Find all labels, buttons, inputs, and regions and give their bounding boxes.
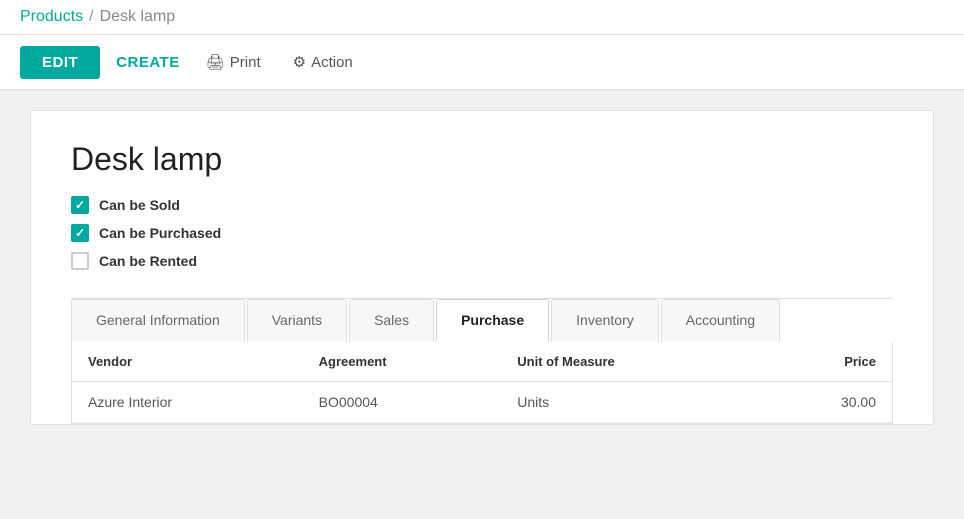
col-agreement: Agreement — [303, 342, 502, 382]
cell-price: 30.00 — [759, 382, 892, 423]
checkbox-row-purchased: Can be Purchased — [71, 224, 893, 242]
tab-general-information[interactable]: General Information — [71, 299, 245, 342]
checkbox-row-rented: Can be Rented — [71, 252, 893, 270]
breadcrumb-current: Desk lamp — [100, 8, 176, 26]
tab-variants[interactable]: Variants — [247, 299, 347, 342]
checkbox-row-sold: Can be Sold — [71, 196, 893, 214]
tab-purchase[interactable]: Purchase — [436, 299, 549, 342]
tabs-nav: General Information Variants Sales Purch… — [71, 299, 893, 342]
tabs-container: General Information Variants Sales Purch… — [71, 298, 893, 424]
table-row[interactable]: Azure Interior BO00004 Units 30.00 — [72, 382, 892, 423]
product-title: Desk lamp — [71, 141, 893, 178]
can-be-rented-label: Can be Rented — [99, 253, 197, 269]
can-be-purchased-checkbox[interactable] — [71, 224, 89, 242]
print-icon: 🖨 — [206, 53, 225, 71]
purchase-table: Vendor Agreement Unit of Measure Price A… — [72, 342, 892, 423]
tab-accounting[interactable]: Accounting — [661, 299, 780, 342]
table-header-row: Vendor Agreement Unit of Measure Price — [72, 342, 892, 382]
col-uom: Unit of Measure — [501, 342, 758, 382]
breadcrumb-products-link[interactable]: Products — [20, 8, 83, 26]
action-bar: EDIT CREATE 🖨 Print ⚙ Action — [0, 35, 964, 90]
print-label: Print — [230, 54, 261, 71]
can-be-sold-label: Can be Sold — [99, 197, 180, 213]
print-button[interactable]: 🖨 Print — [196, 45, 271, 79]
action-label: Action — [311, 54, 353, 71]
col-vendor: Vendor — [72, 342, 303, 382]
cell-agreement: BO00004 — [303, 382, 502, 423]
tab-inventory[interactable]: Inventory — [551, 299, 659, 342]
gear-icon: ⚙ — [293, 53, 306, 71]
can-be-sold-checkbox[interactable] — [71, 196, 89, 214]
col-price: Price — [759, 342, 892, 382]
tab-purchase-content: Vendor Agreement Unit of Measure Price A… — [71, 342, 893, 424]
create-button[interactable]: CREATE — [112, 46, 184, 79]
tab-sales[interactable]: Sales — [349, 299, 434, 342]
action-button[interactable]: ⚙ Action — [283, 45, 363, 79]
breadcrumb-bar: Products / Desk lamp — [0, 0, 964, 35]
main-content: Desk lamp Can be Sold Can be Purchased C… — [30, 110, 934, 425]
can-be-purchased-label: Can be Purchased — [99, 225, 221, 241]
edit-button[interactable]: EDIT — [20, 46, 100, 79]
cell-uom: Units — [501, 382, 758, 423]
can-be-rented-checkbox[interactable] — [71, 252, 89, 270]
checkbox-group: Can be Sold Can be Purchased Can be Rent… — [71, 196, 893, 270]
cell-vendor: Azure Interior — [72, 382, 303, 423]
breadcrumb-separator: / — [89, 8, 93, 26]
